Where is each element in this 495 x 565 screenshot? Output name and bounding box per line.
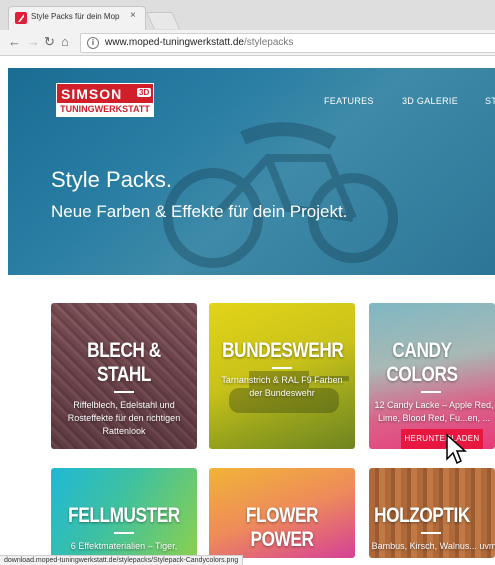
card-title: FLOWER bbox=[245, 504, 319, 527]
mouse-cursor-icon bbox=[446, 433, 467, 465]
card-title: COLORS bbox=[386, 363, 458, 386]
card-blech-stahl[interactable]: BLECH & STAHL Riffelblech, Edelstahl und… bbox=[51, 303, 197, 449]
url-path: /stylepacks bbox=[243, 37, 294, 48]
url-host: www.moped-tuningwerkstatt.de bbox=[105, 37, 244, 48]
card-flower-power[interactable]: FLOWER POWER bbox=[209, 468, 355, 558]
browser-tab[interactable]: Style Packs für dein Mop × bbox=[8, 6, 146, 30]
pdf-favicon-icon bbox=[15, 12, 27, 24]
motorbike-illustration bbox=[163, 122, 398, 268]
logo-tuningwerkstatt: TUNINGWERKSTATT bbox=[57, 103, 153, 116]
card-description: 12 Candy Lacke – Apple Red, Lime, Blood … bbox=[374, 400, 494, 423]
nav-features[interactable]: FEATURES bbox=[324, 96, 374, 106]
site-logo[interactable]: SIMSON 3D TUNINGWERKSTATT bbox=[56, 83, 154, 117]
card-description: Riffelblech, Edelstahl und Rosteffekte f… bbox=[67, 400, 181, 436]
nav-st[interactable]: ST bbox=[485, 96, 495, 106]
status-bar-url: download.moped-tuningwerkstatt.de/stylep… bbox=[0, 555, 244, 565]
tab-close-icon[interactable]: × bbox=[130, 10, 136, 21]
card-divider bbox=[272, 367, 292, 369]
card-divider bbox=[114, 391, 134, 393]
card-description: 6 Effektmaterialien – Tiger, bbox=[70, 541, 178, 551]
card-candy-colors[interactable]: CANDY COLORS 12 Candy Lacke – Apple Red,… bbox=[369, 303, 495, 449]
card-description: Tarnanstrich & RAL F9 Farben der Bundesw… bbox=[221, 375, 343, 398]
card-title: FELLMUSTER bbox=[68, 504, 180, 527]
download-button[interactable]: HERUNTERLADEN bbox=[401, 429, 483, 449]
card-divider bbox=[421, 532, 441, 534]
logo-simson: SIMSON bbox=[61, 86, 123, 102]
card-divider bbox=[421, 391, 441, 393]
nav-3d-galerie[interactable]: 3D GALERIE bbox=[402, 96, 458, 106]
card-description: Bambus, Kirsch, Walnus... uvm bbox=[371, 541, 495, 551]
url-text: www.moped-tuningwerkstatt.de/stylepacks bbox=[105, 37, 293, 48]
hero-banner: SIMSON 3D TUNINGWERKSTATT FEATURES 3D GA… bbox=[8, 68, 495, 275]
back-icon[interactable]: ← bbox=[8, 34, 21, 49]
hero-title: Style Packs. bbox=[51, 167, 173, 192]
browser-toolbar: ← → ↻ ⌂ i www.moped-tuningwerkstatt.de/s… bbox=[0, 30, 495, 56]
new-tab-button[interactable] bbox=[146, 12, 180, 29]
tab-bar: Style Packs für dein Mop × bbox=[0, 0, 495, 30]
card-holzoptik[interactable]: HOLZOPTIK Bambus, Kirsch, Walnus... uvm bbox=[369, 468, 495, 558]
card-divider bbox=[114, 532, 134, 534]
card-title: BUNDESWEHR bbox=[222, 339, 344, 362]
card-title: CANDY bbox=[392, 339, 452, 362]
reload-icon[interactable]: ↻ bbox=[44, 34, 55, 50]
address-bar[interactable]: i www.moped-tuningwerkstatt.de/stylepack… bbox=[80, 33, 495, 53]
home-icon[interactable]: ⌂ bbox=[61, 34, 69, 49]
info-icon[interactable]: i bbox=[87, 37, 99, 49]
card-title: POWER bbox=[250, 528, 314, 551]
forward-icon[interactable]: → bbox=[27, 34, 40, 49]
card-title: BLECH & bbox=[87, 339, 161, 362]
logo-3d: 3D bbox=[137, 88, 152, 97]
card-title: STAHL bbox=[96, 363, 152, 386]
card-fellmuster[interactable]: FELLMUSTER 6 Effektmaterialien – Tiger, bbox=[51, 468, 197, 558]
card-title: HOLZOPTIK bbox=[374, 504, 470, 527]
card-bundeswehr[interactable]: BUNDESWEHR Tarnanstrich & RAL F9 Farben … bbox=[209, 303, 355, 449]
tab-title: Style Packs für dein Mop bbox=[31, 12, 120, 21]
hero-subtitle: Neue Farben & Effekte für dein Projekt. bbox=[51, 202, 348, 221]
